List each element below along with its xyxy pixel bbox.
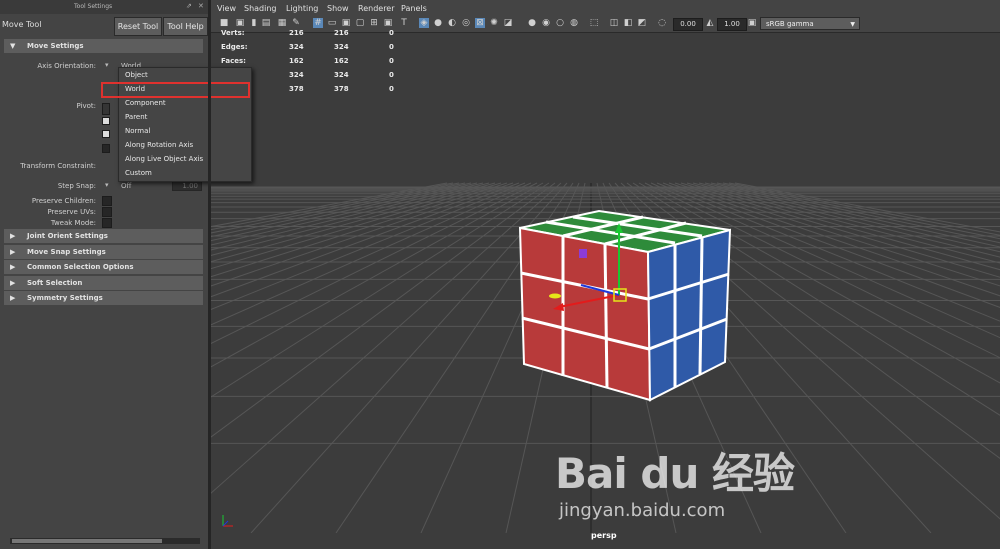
- section-label: Move Snap Settings: [27, 248, 106, 256]
- menu-shading[interactable]: Shading: [244, 4, 277, 13]
- preserve-uvs-label: Preserve UVs:: [47, 208, 96, 216]
- scrollbar-thumb[interactable]: [12, 539, 162, 543]
- pivot-radio[interactable]: [102, 117, 110, 125]
- section-soft-selection[interactable]: ▶ Soft Selection: [4, 276, 203, 290]
- tool-settings-titlebar: Tool Settings ⇗ ✕: [0, 0, 208, 14]
- image-plane-icon[interactable]: ▤: [261, 18, 271, 28]
- camera-attributes-icon[interactable]: ▣: [235, 18, 245, 28]
- step-snap-dropdown-icon[interactable]: ▾: [105, 181, 109, 189]
- camera-icon[interactable]: ■: [219, 18, 229, 28]
- section-label: Soft Selection: [27, 279, 83, 287]
- reset-tool-button[interactable]: Reset Tool: [114, 17, 162, 36]
- menu-lighting[interactable]: Lighting: [286, 4, 318, 13]
- flat-shade-icon[interactable]: ◐: [447, 18, 457, 28]
- textured-icon[interactable]: ⊠: [475, 18, 485, 28]
- safe-title-icon[interactable]: T: [399, 18, 409, 28]
- float-icon[interactable]: ⇗: [186, 2, 192, 10]
- camera-label: persp: [591, 531, 617, 540]
- menu-renderer[interactable]: Renderer: [358, 4, 395, 13]
- section-joint-orient-settings[interactable]: ▶ Joint Orient Settings: [4, 229, 203, 243]
- section-label: Symmetry Settings: [27, 294, 103, 302]
- exposure-field[interactable]: 0.00: [673, 18, 703, 31]
- color-management-icon[interactable]: ▣: [747, 18, 757, 28]
- smooth-shade-icon[interactable]: ●: [433, 18, 443, 28]
- menu-panels[interactable]: Panels: [401, 4, 427, 13]
- gamma-field[interactable]: 1.00: [717, 18, 747, 31]
- section-symmetry-settings[interactable]: ▶ Symmetry Settings: [4, 291, 203, 305]
- color-space-dropdown[interactable]: sRGB gamma ▼: [760, 17, 860, 30]
- rubiks-cube[interactable]: [518, 209, 732, 402]
- step-snap-label: Step Snap:: [57, 182, 96, 190]
- screen-space-ao-icon[interactable]: ●: [527, 18, 537, 28]
- collapsed-arrow-icon: ▶: [10, 279, 16, 287]
- xray-icon[interactable]: ◫: [609, 18, 619, 28]
- xray-active-components-icon[interactable]: ◧: [623, 18, 633, 28]
- isolate-select-icon[interactable]: ⬚: [589, 18, 599, 28]
- wireframe-on-shaded-icon[interactable]: ◎: [461, 18, 471, 28]
- collapsed-arrow-icon: ▶: [10, 232, 16, 240]
- section-move-snap-settings[interactable]: ▶ Move Snap Settings: [4, 245, 203, 259]
- color-space-value: sRGB gamma: [766, 20, 814, 28]
- chevron-down-icon: ▼: [850, 21, 855, 28]
- tool-help-button[interactable]: Tool Help: [163, 17, 208, 36]
- panel-title: Tool Settings: [74, 3, 113, 10]
- tweak-mode-checkbox[interactable]: [102, 218, 112, 228]
- expanded-arrow-icon: ▼: [10, 42, 16, 50]
- cube-right-face[interactable]: [646, 228, 732, 402]
- tool-name: Move Tool: [2, 20, 42, 29]
- watermark-brand: Bai du 经验: [555, 449, 795, 498]
- safe-action-icon[interactable]: ▣: [383, 18, 393, 28]
- step-snap-value[interactable]: Off: [121, 182, 131, 190]
- horizontal-scrollbar[interactable]: [10, 538, 200, 544]
- pivot-label: Pivot:: [76, 102, 96, 110]
- close-icon[interactable]: ✕: [198, 2, 204, 10]
- collapsed-arrow-icon: ▶: [10, 294, 16, 302]
- pivot-button[interactable]: [102, 103, 110, 115]
- wireframe-icon[interactable]: ◈: [419, 18, 429, 28]
- depth-of-field-icon[interactable]: ◍: [569, 18, 579, 28]
- field-chart-icon[interactable]: ⊞: [369, 18, 379, 28]
- preserve-children-label: Preserve Children:: [31, 197, 96, 205]
- viewport-menubar: View Shading Lighting Show Renderer Pane…: [211, 0, 1000, 16]
- bookmark-icon[interactable]: ▮: [249, 18, 259, 28]
- dropdown-arrow-icon[interactable]: ▾: [105, 61, 109, 69]
- section-label: Move Settings: [27, 42, 84, 50]
- shadows-icon[interactable]: ◪: [503, 18, 513, 28]
- pivot-radio[interactable]: [102, 130, 110, 138]
- section-move-settings[interactable]: ▼ Move Settings: [4, 39, 203, 53]
- transform-constraint-label: Transform Constraint:: [20, 162, 96, 170]
- motion-blur-icon[interactable]: ◉: [541, 18, 551, 28]
- preserve-children-checkbox[interactable]: [102, 196, 112, 206]
- preserve-uvs-checkbox[interactable]: [102, 207, 112, 217]
- section-label: Common Selection Options: [27, 263, 134, 271]
- two-d-pan-icon[interactable]: ▦: [277, 18, 287, 28]
- gamma-icon[interactable]: ◭: [705, 18, 715, 28]
- resolution-gate-icon[interactable]: ▣: [341, 18, 351, 28]
- use-all-lights-icon[interactable]: ✺: [489, 18, 499, 28]
- menu-view[interactable]: View: [217, 4, 236, 13]
- grease-pencil-icon[interactable]: ✎: [291, 18, 301, 28]
- axis-gizmo: [222, 515, 233, 527]
- section-common-selection-options[interactable]: ▶ Common Selection Options: [4, 260, 203, 274]
- anti-aliasing-icon[interactable]: ○: [555, 18, 565, 28]
- watermark-url: jingyan.baidu.com: [559, 500, 726, 521]
- exposure-icon[interactable]: ◌: [657, 18, 667, 28]
- gate-mask-icon[interactable]: ▢: [355, 18, 365, 28]
- collapsed-arrow-icon: ▶: [10, 263, 16, 271]
- section-label: Joint Orient Settings: [27, 232, 108, 240]
- tweak-mode-label: Tweak Mode:: [50, 219, 96, 227]
- menu-show[interactable]: Show: [327, 4, 349, 13]
- axis-orientation-label: Axis Orientation:: [37, 62, 96, 70]
- film-gate-icon[interactable]: ▭: [327, 18, 337, 28]
- collapsed-arrow-icon: ▶: [10, 248, 16, 256]
- pivot-checkbox[interactable]: [102, 144, 110, 153]
- xray-joints-icon[interactable]: ◩: [637, 18, 647, 28]
- grid-icon[interactable]: #: [313, 18, 323, 28]
